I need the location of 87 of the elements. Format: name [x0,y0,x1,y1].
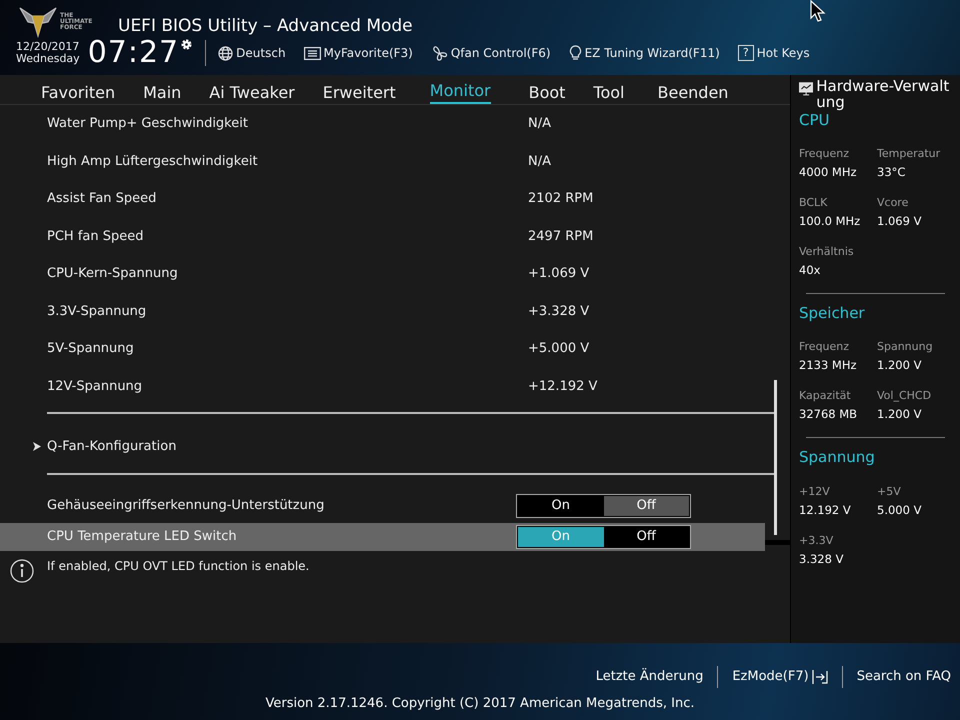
toolbar-button[interactable]: MyFavorite(F3) [304,44,413,62]
setting-label: High Amp Lüftergeschwindigkeit [46,152,258,170]
toolbar-button[interactable]: ? Hot Keys [738,44,810,62]
stat-label: +12V [799,484,831,500]
toolbar-button[interactable]: Deutsch [218,44,286,62]
toggle-switch[interactable]: On Off [516,494,691,518]
nav-tab[interactable]: Boot [528,82,566,104]
stat-value: 12.192 V [799,502,852,519]
weekday-text: Wednesday [16,53,80,66]
list-folder-icon [304,46,321,60]
stat-value: 1.069 V [877,212,922,230]
setting-value: 2497 RPM [528,228,594,246]
setting-label: CPU-Kern-Spannung [46,265,178,283]
stat-value: 33°C [877,164,906,181]
stat-value: 3.328 V [799,550,844,568]
mouse-pointer-icon [810,0,826,24]
setting-value: +12.192 V [528,378,598,396]
setting-label: Water Pump+ Geschwindigkeit [46,115,248,133]
date-text: 12/20/2017 [16,40,80,53]
shield-wings-icon [18,6,58,38]
stat-label: Kapazität [799,388,852,404]
window-title: UEFI BIOS Utility – Advanced Mode [118,15,413,38]
fan-icon [430,46,448,60]
setting-label: 5V-Spannung [46,340,134,358]
setting-value: 2102 RPM [528,190,594,208]
stat-value: 32768 MB [799,406,858,424]
section-heading: CPU [799,110,830,130]
scrollbar-thumb[interactable] [774,380,777,535]
lightbulb-icon [568,45,582,61]
stat-label: Spannung [877,339,934,356]
nav-tab[interactable]: Tool [593,82,624,104]
settings-icon [180,38,194,51]
chevron-icon [33,442,41,452]
nav-tab[interactable]: Favoriten [41,82,116,104]
footer-link[interactable]: EzMode(F7) [732,667,828,687]
globe-icon [218,46,234,60]
stat-value: 40x [799,262,822,279]
footer-link[interactable]: Search on FAQ [856,667,951,687]
version-text: Version 2.17.1246. Copyright (C) 2017 American Megatrends, Inc. [264,695,696,713]
stat-value: 1.200 V [877,406,922,424]
setting-label: Assist Fan Speed [46,190,156,208]
toolbar-button[interactable]: Qfan Control(F6) [430,44,551,62]
setting-value: +3.328 V [528,302,590,320]
toggle-option[interactable]: On [518,496,604,516]
clock-time: 07:27 [88,38,180,68]
setting-label: PCH fan Speed [46,228,144,246]
stat-label: Frequenz [799,146,850,162]
stat-label: Frequenz [799,339,850,356]
section-heading: Spannung [799,447,876,468]
section-heading: Speicher [799,302,866,324]
stat-label: Vcore [877,194,910,211]
stat-value: 5.000 V [877,502,922,519]
setting-label: 12V-Spannung [46,378,142,396]
stat-label: BCLK [799,194,828,211]
stat-label: +3.3V [799,532,834,549]
setting-label: CPU Temperature LED Switch [46,528,237,546]
nav-tab[interactable]: Ai Tweaker [209,82,295,104]
nav-tab[interactable]: Erweitert [322,82,396,104]
submenu-link[interactable]: Q-Fan-Konfiguration [0,437,176,456]
toggle-option[interactable]: Off [604,496,689,516]
nav-tab[interactable]: Beenden [658,82,728,104]
setting-label: Gehäuseeingriffserkennung-Unterstützung [46,496,324,515]
setting-value: +5.000 V [528,340,590,358]
setting-label: 3.3V-Spannung [46,302,146,320]
setting-value: N/A [528,115,551,133]
stat-label: Verhältnis [799,244,855,260]
toolbar-button[interactable]: EZ Tuning Wizard(F11) [568,44,720,62]
stat-value: 100.0 MHz [799,212,862,230]
exit-arrow-icon [812,670,828,684]
stat-label: Vol_CHCD [877,388,932,404]
stat-label: Temperatur [877,146,942,162]
stat-value: 1.200 V [877,357,922,374]
setting-value: N/A [528,152,551,170]
footer-link[interactable]: Letzte Änderung [596,667,704,687]
highlighted-row[interactable]: CPU Temperature LED Switch On Off [0,522,765,550]
stat-value: 4000 MHz [799,164,858,181]
setting-value: +1.069 V [528,265,590,283]
stat-value: 2133 MHz [799,357,858,374]
info-icon [10,559,34,583]
panel-title: Hardware-Verwaltung [816,79,950,110]
help-icon: ? [738,45,754,61]
toggle-switch[interactable]: On Off [516,524,691,548]
stat-label: +5V [877,484,902,500]
nav-tab[interactable]: Main [143,82,182,104]
monitor-icon [799,81,814,97]
toggle-option[interactable]: Off [604,526,689,546]
help-text: If enabled, CPU OVT LED function is enable. [47,558,310,575]
